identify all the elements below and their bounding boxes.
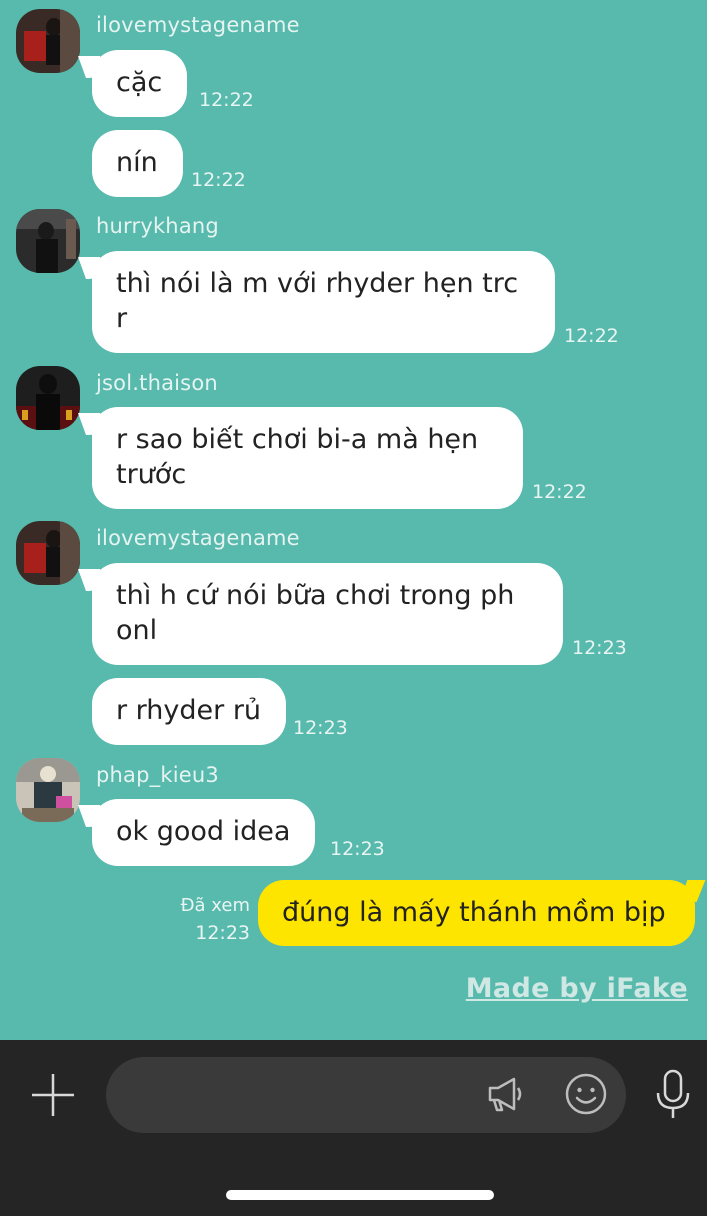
watermark: Made by iFake: [465, 973, 688, 1004]
home-indicator[interactable]: [226, 1190, 494, 1200]
my-message-bubble[interactable]: đúng là mấy thánh mồm bịp: [258, 880, 695, 946]
message-bubble[interactable]: r rhyder rủ: [92, 678, 287, 745]
message-time: 12:23: [572, 637, 627, 659]
message-bubble[interactable]: r sao biết chơi bi-a mà hẹn trước: [92, 407, 523, 509]
message-time: 12:22: [199, 89, 254, 111]
megaphone-icon[interactable]: [484, 1073, 526, 1119]
avatar[interactable]: [16, 521, 80, 585]
message-time: 12:22: [532, 481, 587, 503]
avatar[interactable]: [16, 9, 80, 73]
message-bubble[interactable]: thì h cứ nói bữa chơi trong ph onl: [92, 563, 563, 665]
avatar[interactable]: [16, 366, 80, 430]
message-input[interactable]: [106, 1057, 626, 1133]
sender-name: ilovemystagename: [96, 13, 300, 37]
avatar[interactable]: [16, 758, 80, 822]
message-time: 12:23: [330, 838, 385, 860]
read-status: Đã xem: [180, 895, 250, 916]
message-time: 12:23: [195, 922, 250, 944]
message-bubble[interactable]: ok good idea: [92, 799, 316, 866]
sender-name: phap_kieu3: [96, 763, 219, 787]
avatar[interactable]: [16, 209, 80, 273]
message-time: 12:22: [564, 325, 619, 347]
plus-icon[interactable]: [28, 1070, 78, 1120]
microphone-icon[interactable]: [654, 1068, 692, 1126]
message-bubble[interactable]: nín: [92, 130, 183, 197]
message-bubble[interactable]: cặc: [92, 50, 188, 117]
message-time: 12:23: [293, 717, 348, 739]
sender-name: hurrykhang: [96, 214, 219, 238]
message-time: 12:22: [191, 169, 246, 191]
sender-name: jsol.thaison: [96, 371, 218, 395]
sender-name: ilovemystagename: [96, 526, 300, 550]
message-bubble[interactable]: thì nói là m với rhyder hẹn trc r: [92, 251, 555, 353]
emoji-icon[interactable]: [564, 1072, 608, 1120]
